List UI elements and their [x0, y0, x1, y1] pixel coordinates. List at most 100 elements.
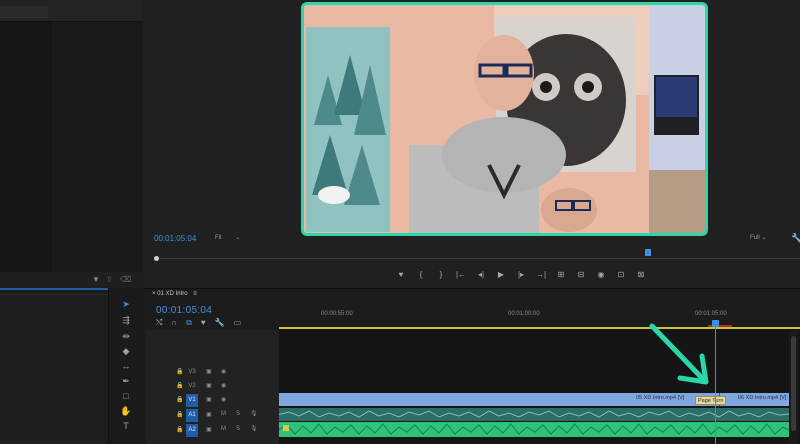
ripple-edit-tool-icon[interactable]: ⇹ — [118, 329, 134, 343]
waveform-a1 — [279, 410, 789, 418]
type-tool-icon[interactable]: T — [118, 419, 134, 433]
microphone-icon[interactable]: 🎙 — [250, 425, 258, 432]
waveform-a2 — [279, 423, 789, 435]
annotation-arrow — [649, 323, 709, 385]
program-video-frame[interactable] — [301, 2, 708, 236]
timeline-timecode[interactable]: 00:01:05:04 — [156, 305, 212, 316]
track-name[interactable]: V1 — [186, 394, 198, 407]
eye-icon[interactable]: ◉ — [221, 368, 226, 375]
media-browser-panel — [0, 288, 108, 444]
slip-tool-icon[interactable]: ↔ — [118, 359, 134, 373]
audio-clip-a2[interactable] — [279, 422, 789, 437]
lock-icon[interactable]: 🔒 — [176, 411, 183, 418]
nest-icon[interactable]: ⤭ — [156, 318, 162, 330]
marker-icon[interactable]: ♥ — [395, 270, 407, 279]
chevron-down-icon: ⌄ — [761, 235, 767, 241]
track-select-tool-icon[interactable]: ⇶ — [118, 313, 134, 327]
track-header-v1: 🔒 V1 ▣ ◉ — [146, 394, 279, 407]
timeline-playhead[interactable] — [712, 320, 719, 327]
eye-icon[interactable]: ◉ — [221, 396, 226, 403]
add-marker-icon[interactable]: ♥ — [201, 318, 206, 330]
program-scrub-bar[interactable] — [154, 249, 800, 265]
project-panel-list — [0, 22, 52, 272]
mark-in-icon[interactable]: { — [415, 270, 427, 279]
project-panel-header — [0, 0, 143, 22]
sync-lock-icon[interactable]: ▣ — [206, 368, 212, 375]
sync-lock-icon[interactable]: ▣ — [206, 396, 212, 403]
lock-icon[interactable]: 🔒 — [176, 368, 183, 375]
step-back-icon[interactable]: ◂| — [475, 270, 487, 279]
step-forward-icon[interactable]: |▸ — [515, 270, 527, 279]
filter-icon[interactable]: ▼ — [92, 275, 100, 284]
track-name[interactable]: A1 — [186, 409, 198, 422]
zoom-select[interactable]: Fit ⌄ — [215, 234, 249, 244]
lock-icon[interactable]: 🔒 — [176, 396, 183, 403]
razor-tool-icon[interactable]: ◆ — [118, 344, 134, 358]
audio-clip-a1[interactable] — [279, 408, 789, 421]
solo-button[interactable]: S — [236, 426, 240, 432]
zoom-select-value: Fit — [215, 235, 222, 241]
track-name[interactable]: V3 — [186, 366, 198, 379]
go-to-out-icon[interactable]: →| — [535, 270, 547, 279]
track-header-v3: 🔒 V3 ▣ ◉ — [146, 366, 279, 379]
scrollbar-thumb[interactable] — [791, 336, 796, 431]
timeline-scrollbar[interactable] — [789, 330, 798, 444]
lock-icon[interactable]: 🔒 — [176, 382, 183, 389]
tools-panel: ➤ ⇶ ⇹ ◆ ↔ ✒ □ ✋ T — [108, 288, 143, 444]
transition-tooltip: Page Turn — [695, 396, 727, 405]
track-header-a2: 🔒 A2 ▣ M S 🎙 — [146, 424, 279, 437]
clip-label: 06 XD Intro.mp4 [V] — [738, 395, 787, 401]
ruler-label: 00:01:00:00 — [508, 311, 540, 317]
program-playhead[interactable] — [645, 249, 651, 256]
eye-icon[interactable]: ◉ — [221, 382, 226, 389]
resolution-select[interactable]: Full ⌄ — [750, 234, 766, 241]
wrench-icon[interactable]: 🔧 — [791, 233, 800, 244]
settings-icon[interactable]: ⊠ — [635, 270, 647, 279]
sequence-name: 01 XD Intro — [157, 291, 188, 297]
video-frame-image — [304, 5, 705, 233]
go-to-in-icon[interactable]: |← — [455, 270, 467, 279]
selection-tool-icon[interactable]: ➤ — [118, 297, 134, 311]
program-timecode[interactable]: 00:01:05:04 — [154, 234, 196, 243]
project-panel — [0, 0, 143, 272]
sync-lock-icon[interactable]: ▣ — [206, 382, 212, 389]
captions-icon[interactable]: ▭ — [234, 318, 242, 330]
play-icon[interactable]: ▶ — [495, 270, 507, 279]
extract-icon[interactable]: ⊟ — [575, 270, 587, 279]
timeline-playhead-line[interactable] — [715, 323, 716, 444]
hand-tool-icon[interactable]: ✋ — [118, 404, 134, 418]
linked-selection-icon[interactable]: ⧉ — [186, 318, 192, 330]
lock-icon[interactable]: 🔒 — [176, 426, 183, 433]
track-name[interactable]: A2 — [186, 424, 198, 437]
rectangle-tool-icon[interactable]: □ — [118, 389, 134, 403]
snap-icon[interactable]: ∩ — [171, 318, 177, 330]
project-panel-tab[interactable] — [0, 6, 48, 18]
sync-lock-icon[interactable]: ▣ — [206, 411, 212, 418]
comparison-icon[interactable]: ⊡ — [615, 270, 627, 279]
scrub-start-handle[interactable] — [154, 256, 159, 261]
sequence-tab[interactable]: × 01 XD Intro ≡ — [152, 291, 197, 297]
solo-button[interactable]: S — [236, 411, 240, 417]
transport-controls: ♥ { } |← ◂| ▶ |▸ →| ⊞ ⊟ ◉ ⊡ ⊠ — [395, 268, 655, 280]
ruler-label: 00:00:55:00 — [321, 311, 353, 317]
menu-icon[interactable]: ≡ — [193, 291, 197, 297]
ruler-label: 00:01:05:00 — [695, 311, 727, 317]
mark-out-icon[interactable]: } — [435, 270, 447, 279]
close-icon[interactable]: × — [152, 291, 156, 297]
mute-button[interactable]: M — [221, 426, 226, 432]
lift-icon[interactable]: ⊞ — [555, 270, 567, 279]
pen-tool-icon[interactable]: ✒ — [118, 374, 134, 388]
new-item-icon[interactable]: ⇧ — [106, 275, 113, 284]
project-panel-toolbar: ▼ ⇧ ⌫ — [0, 272, 143, 288]
track-name[interactable]: V2 — [186, 380, 198, 393]
export-frame-icon[interactable]: ◉ — [595, 270, 607, 279]
wrench-icon[interactable]: 🔧 — [215, 318, 225, 330]
sync-lock-icon[interactable]: ▣ — [206, 426, 212, 433]
microphone-icon[interactable]: 🎙 — [250, 410, 258, 417]
timeline-toolbar: ⤭ ∩ ⧉ ♥ 🔧 ▭ — [156, 318, 266, 330]
track-header-a1: 🔒 A1 ▣ M S 🎙 — [146, 409, 279, 422]
scrub-track — [154, 258, 800, 259]
trash-icon[interactable]: ⌫ — [120, 275, 131, 284]
mute-button[interactable]: M — [221, 411, 226, 417]
divider — [0, 294, 108, 295]
